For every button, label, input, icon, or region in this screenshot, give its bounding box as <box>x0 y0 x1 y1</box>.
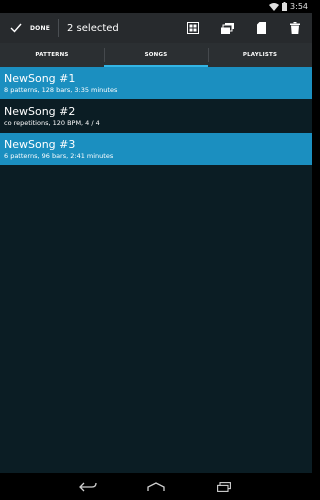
song-details: 6 patterns, 96 bars, 2:41 minutes <box>4 152 114 160</box>
tab-patterns[interactable]: PATTERNS <box>0 43 104 67</box>
delete-icon <box>290 22 300 34</box>
select-all-button[interactable] <box>176 13 210 43</box>
back-icon <box>79 482 97 491</box>
save-to-sd-button[interactable] <box>244 13 278 43</box>
song-item-3[interactable]: NewSong #3 6 patterns, 96 bars, 2:41 min… <box>0 133 312 166</box>
status-time: 3:54 <box>290 2 308 11</box>
home-icon <box>147 481 165 491</box>
song-title: NewSong #1 <box>4 72 76 85</box>
back-button[interactable] <box>77 480 99 494</box>
song-item-1[interactable]: NewSong #1 8 patterns, 128 bars, 3:35 mi… <box>0 67 312 100</box>
battery-icon <box>282 2 288 11</box>
done-label: DONE <box>30 24 51 32</box>
recent-apps-button[interactable] <box>213 480 235 494</box>
select-all-icon <box>187 22 199 34</box>
action-buttons <box>176 13 312 43</box>
song-details: 8 patterns, 128 bars, 3:35 minutes <box>4 86 118 94</box>
tab-patterns-label: PATTERNS <box>35 52 69 58</box>
done-button[interactable]: DONE <box>0 13 58 43</box>
tab-songs-label: SONGS <box>144 52 168 58</box>
song-list: NewSong #1 8 patterns, 128 bars, 3:35 mi… <box>0 67 312 473</box>
delete-button[interactable] <box>278 13 312 43</box>
copy-button[interactable] <box>210 13 244 43</box>
song-details: co repetitions, 120 BPM, 4 / 4 <box>4 119 100 127</box>
recent-apps-icon <box>217 481 231 492</box>
checkmark-icon <box>10 23 22 33</box>
contextual-action-bar: DONE 2 selected <box>0 13 312 43</box>
home-button[interactable] <box>145 480 167 494</box>
tab-songs[interactable]: SONGS <box>104 43 208 67</box>
tab-playlists[interactable]: PLAYLISTS <box>208 43 312 67</box>
copy-icon <box>220 22 234 34</box>
tab-playlists-label: PLAYLISTS <box>242 52 278 58</box>
tab-bar: PATTERNS SONGS PLAYLISTS <box>0 43 312 67</box>
action-bar-divider <box>58 19 60 37</box>
song-item-2[interactable]: NewSong #2 co repetitions, 120 BPM, 4 / … <box>0 100 312 133</box>
selected-count: 2 selected <box>67 22 119 34</box>
sd-card-icon <box>256 22 266 34</box>
wifi-icon <box>269 2 280 11</box>
song-title: NewSong #2 <box>4 105 76 118</box>
navigation-bar <box>0 473 312 500</box>
status-bar: 3:54 <box>0 0 312 13</box>
song-title: NewSong #3 <box>4 138 76 151</box>
